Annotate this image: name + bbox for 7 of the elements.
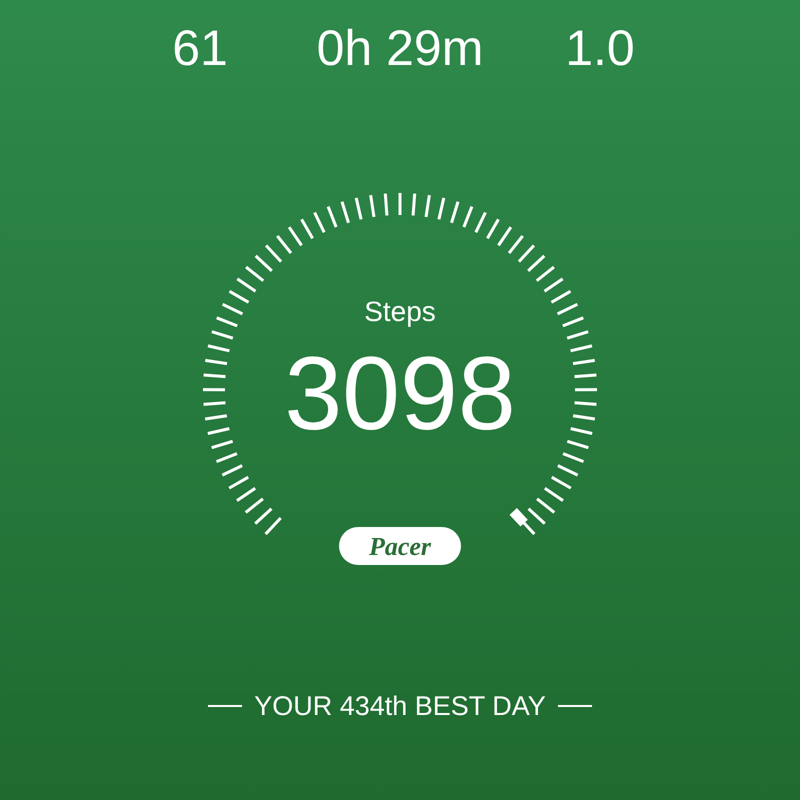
stat-value: 61 (171, 19, 229, 78)
stat-value: 0h 29m (316, 19, 484, 78)
steps-label: Steps (364, 295, 436, 329)
steps-count: 3098 (284, 339, 516, 449)
stat-value: 1.0 (564, 19, 636, 78)
best-day-text: YOUR 434th BEST DAY (254, 690, 546, 722)
logo-badge: Pacer (339, 527, 461, 565)
